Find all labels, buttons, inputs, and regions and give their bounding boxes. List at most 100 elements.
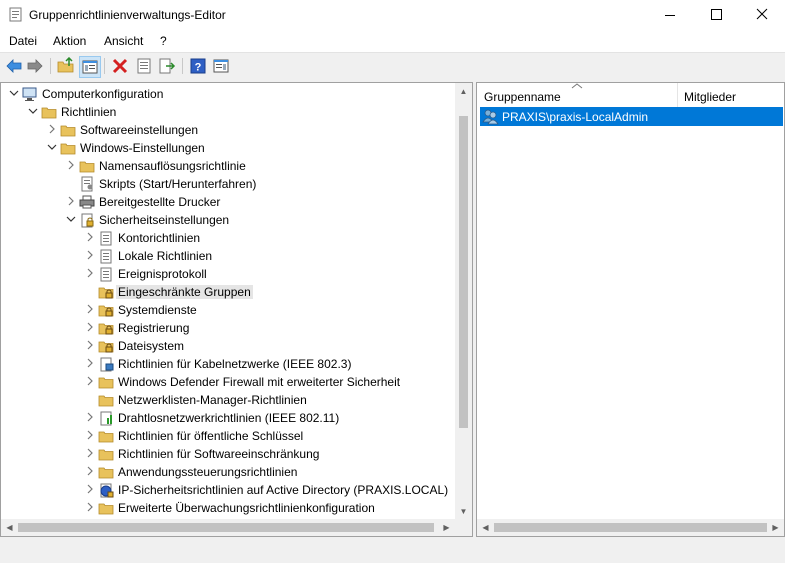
scroll-right-arrow-icon[interactable]: ▶ [767,519,784,536]
folder-icon [79,161,95,173]
tree-item-label: Richtlinien für Softwareeinschränkung [118,447,320,461]
scroll-up-arrow-icon[interactable]: ▲ [455,83,472,100]
tree-item-label: Registrierung [118,321,190,335]
policy-editor-app-icon [9,7,22,22]
tree-item-label: Sicherheitseinstellungen [99,213,230,227]
locked-folder-icon [98,341,114,353]
svg-text:?: ? [195,62,202,74]
scroll-left-arrow-icon[interactable]: ◀ [1,519,18,536]
list-horizontal-scroll-thumb[interactable] [494,523,767,532]
chevron-right-icon[interactable] [85,484,95,494]
chevron-right-icon[interactable] [85,268,95,278]
policy-icon [100,231,112,246]
tree-item-label: Systemdienste [118,303,197,317]
scroll-right-arrow-icon[interactable]: ▶ [438,519,455,536]
chevron-right-icon[interactable] [47,124,57,134]
chevron-right-icon[interactable] [85,322,95,332]
maximize-icon [711,9,722,20]
tree-horizontal-scrollbar[interactable]: ◀ ▶ [1,519,472,536]
policy-icon [100,249,112,264]
folder-icon [98,395,114,407]
tree-vertical-scrollbar[interactable]: ▲ ▼ [455,83,472,520]
printer-icon [79,195,95,209]
folder-icon [41,107,57,119]
group-name: PRAXIS\praxis-LocalAdmin [502,110,649,124]
toolbar-separator [182,58,183,74]
tree-item-label: Kontorichtlinien [118,231,201,245]
chevron-right-icon[interactable] [85,412,95,422]
minimize-button[interactable] [647,0,693,30]
list-item[interactable]: PRAXIS\praxis-LocalAdmin [480,107,783,126]
chevron-right-icon[interactable] [85,358,95,368]
tree-item-label: Namensauflösungsrichtlinie [99,159,246,173]
export-list-icon[interactable] [158,57,176,75]
title-bar: Gruppenrichtlinienverwaltungs-Editor [0,0,785,30]
action-pane-icon[interactable] [212,57,230,75]
scroll-left-arrow-icon[interactable]: ◀ [477,519,494,536]
tree-item-label: Bereitgestellte Drucker [99,195,221,209]
menu-datei[interactable]: Datei [9,34,37,48]
menu-aktion[interactable]: Aktion [53,34,86,48]
properties-icon[interactable] [135,57,153,75]
tree-item-label: Drahtlosnetzwerkrichtlinien (IEEE 802.11… [118,411,340,425]
chevron-right-icon[interactable] [85,430,95,440]
chevron-down-icon[interactable] [66,214,76,224]
security-icon [81,213,94,228]
console-tree-pane[interactable]: Computerkonfiguration Richtlinien Software… [0,82,473,537]
help-icon[interactable]: ? [189,57,207,75]
menu-bar: Datei Aktion Ansicht ? [0,30,785,52]
chevron-right-icon[interactable] [85,376,95,386]
chevron-right-icon[interactable] [85,448,95,458]
tree-vertical-scroll-thumb[interactable] [459,116,468,428]
up-folder-icon[interactable] [57,57,75,75]
menu-help[interactable]: ? [160,34,167,48]
chevron-right-icon[interactable] [85,232,95,242]
menu-ansicht[interactable]: Ansicht [104,34,143,48]
tree-horizontal-scroll-thumb[interactable] [18,523,434,532]
chevron-right-icon[interactable] [85,466,95,476]
column-header-mitglieder[interactable]: Mitglieder [678,83,784,107]
tree-item-label: Richtlinien [61,105,117,119]
back-arrow-icon[interactable] [5,57,23,75]
scroll-down-arrow-icon[interactable]: ▼ [455,503,472,520]
list-horizontal-scrollbar[interactable]: ◀ ▶ [477,519,784,536]
chevron-right-icon[interactable] [66,160,76,170]
tree-item-label: Richtlinien für Kabelnetzwerke (IEEE 802… [118,357,352,371]
folder-icon [98,377,114,389]
tree-item-label: Windows Defender Firewall mit erweiterte… [118,375,401,389]
chevron-right-icon[interactable] [66,196,76,206]
folder-icon [98,467,114,479]
chevron-down-icon[interactable] [28,106,38,116]
locked-folder-icon [98,323,114,335]
column-header-gruppenname[interactable]: Gruppenname [477,83,677,107]
chevron-down-icon[interactable] [9,88,19,98]
show-hide-tree-button[interactable] [79,56,101,78]
tree-item-label: Anwendungssteuerungsrichtlinien [118,465,298,479]
locked-folder-icon [98,305,114,317]
tree-item-label: Dateisystem [118,339,185,353]
console-tree-icon [82,60,98,74]
chevron-right-icon[interactable] [85,304,95,314]
tree-item-label: Windows-Einstellungen [80,141,205,155]
close-button[interactable] [739,0,785,30]
sort-ascending-icon [571,83,583,89]
column-label-mitglieder: Mitglieder [684,90,737,104]
tree-item-label: Computerkonfiguration [42,87,164,101]
ip-security-icon [100,483,114,498]
folder-icon [60,125,76,137]
details-list-pane[interactable]: Gruppenname Mitglieder PRAXIS\praxis-Loc… [476,82,785,537]
chevron-right-icon[interactable] [85,502,95,512]
column-label-gruppenname: Gruppenname [484,90,561,104]
tree-item-label: Netzwerklisten-Manager-Richtlinien [118,393,307,407]
chevron-down-icon[interactable] [47,142,57,152]
chevron-right-icon[interactable] [85,340,95,350]
delete-icon[interactable] [111,57,129,75]
toolbar-separator [50,58,51,74]
tree-item-label: Skripts (Start/Herunterfahren) [99,177,257,191]
chevron-right-icon[interactable] [85,250,95,260]
close-icon [756,8,768,20]
maximize-button[interactable] [693,0,739,30]
folder-icon [98,449,114,461]
forward-arrow-icon[interactable] [26,57,44,75]
tree-item-label: Softwareeinstellungen [80,123,199,137]
